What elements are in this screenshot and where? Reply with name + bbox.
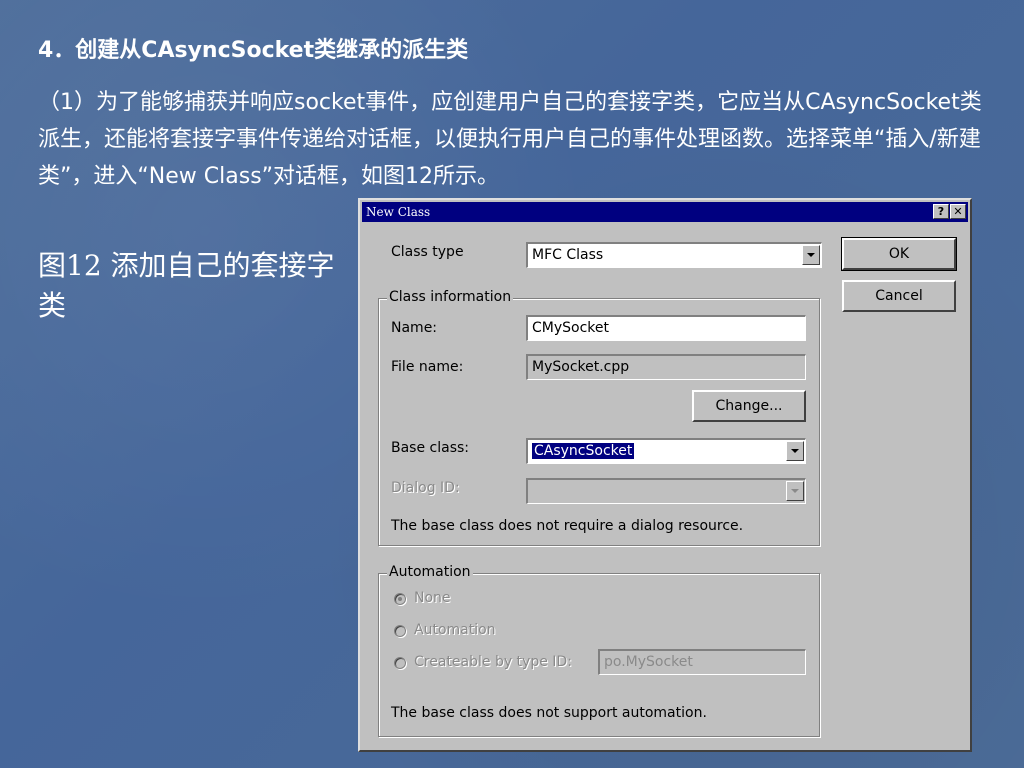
- file-name-label: File name:: [391, 359, 464, 375]
- dialog-titlebar: New Class ? ✕: [362, 202, 968, 222]
- automation-legend: Automation: [387, 564, 473, 580]
- radio-automation[interactable]: [394, 625, 406, 637]
- chevron-down-icon[interactable]: [802, 245, 820, 265]
- new-class-dialog: New Class ? ✕ Class type MFC Class OK Ca…: [358, 198, 972, 752]
- file-name-field: MySocket.cpp: [526, 354, 806, 380]
- help-button[interactable]: ?: [933, 204, 949, 219]
- base-class-value: CAsyncSocket: [532, 443, 635, 459]
- close-button[interactable]: ✕: [950, 204, 966, 219]
- dialog-id-dropdown: [526, 478, 806, 504]
- slide-heading: 4．创建从CAsyncSocket类继承的派生类: [38, 38, 469, 63]
- radio-none[interactable]: [394, 593, 406, 605]
- chevron-down-icon[interactable]: [786, 441, 804, 461]
- ok-button[interactable]: OK: [841, 237, 957, 271]
- dialog-id-label: Dialog ID:: [391, 480, 460, 496]
- name-input[interactable]: CMySocket: [526, 315, 806, 341]
- slide-paragraph: （1）为了能够捕获并响应socket事件，应创建用户自己的套接字类，它应当从CA…: [38, 90, 982, 189]
- name-input-value: CMySocket: [532, 320, 609, 336]
- base-class-label: Base class:: [391, 440, 470, 456]
- radio-createable-label: Createable by type ID:: [414, 654, 572, 670]
- base-class-dropdown[interactable]: CAsyncSocket: [526, 438, 806, 464]
- class-type-value: MFC Class: [532, 247, 604, 263]
- class-information-legend: Class information: [387, 289, 514, 305]
- automation-note: The base class does not support automati…: [391, 705, 707, 721]
- dialog-title: New Class: [366, 205, 431, 219]
- radio-automation-label: Automation: [414, 622, 496, 638]
- name-label: Name:: [391, 320, 438, 336]
- class-type-label: Class type: [391, 244, 464, 260]
- type-id-value: po.MySocket: [604, 654, 693, 670]
- base-class-note: The base class does not require a dialog…: [391, 518, 744, 534]
- change-button[interactable]: Change...: [692, 390, 806, 422]
- cancel-button[interactable]: Cancel: [842, 280, 956, 312]
- chevron-down-icon: [786, 481, 804, 501]
- figure-caption: 图12 添加自己的套接字类: [38, 249, 335, 322]
- radio-none-label: None: [414, 590, 451, 606]
- radio-createable[interactable]: [394, 657, 406, 669]
- class-type-dropdown[interactable]: MFC Class: [526, 242, 822, 268]
- file-name-value: MySocket.cpp: [532, 359, 630, 375]
- type-id-field: po.MySocket: [598, 649, 806, 675]
